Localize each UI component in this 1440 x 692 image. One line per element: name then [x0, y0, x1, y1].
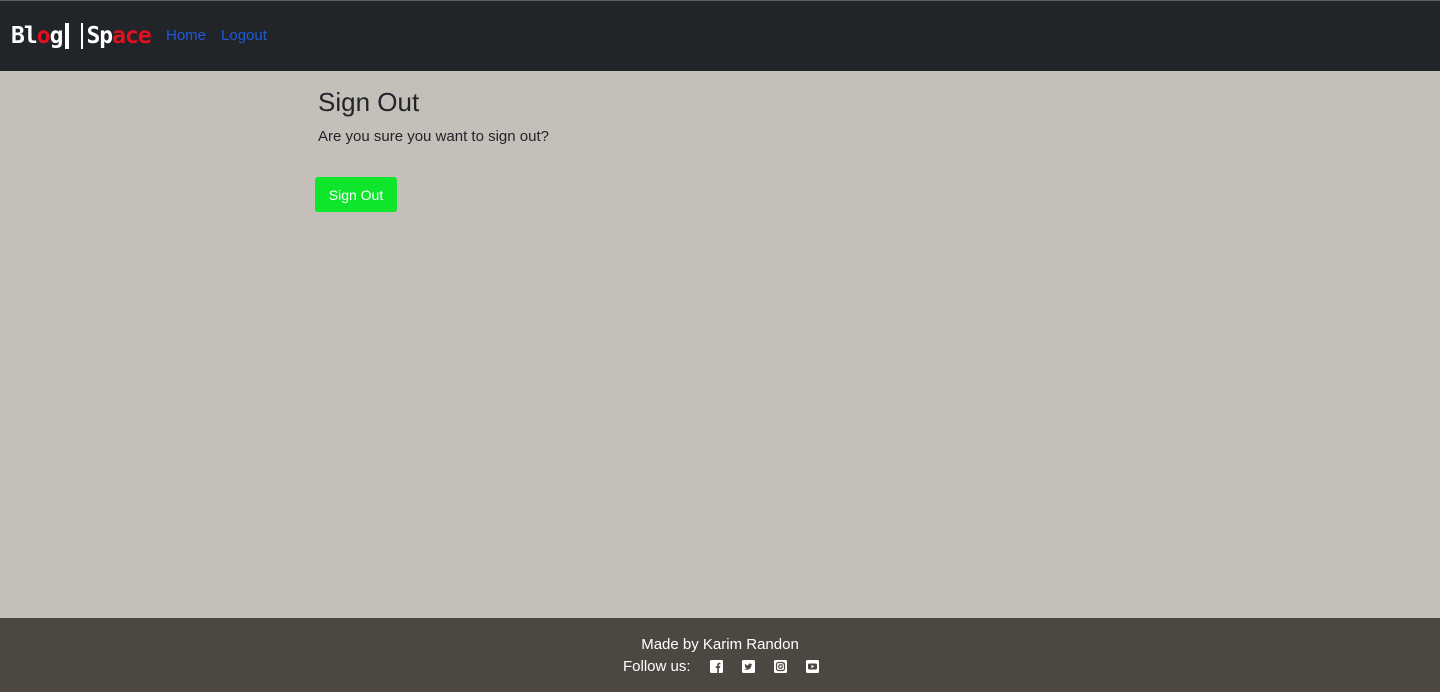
facebook-icon[interactable] — [709, 660, 723, 673]
brand-letter: a — [112, 22, 126, 49]
brand-letter: o — [36, 22, 51, 49]
twitter-icon[interactable] — [741, 660, 755, 673]
sign-out-button[interactable]: Sign Out — [315, 177, 397, 212]
brand-letter: l — [23, 22, 38, 49]
nav-link-home[interactable]: Home — [166, 27, 206, 44]
brand-letter: p — [99, 22, 113, 49]
brand-divider — [65, 23, 70, 49]
brand-letter: g — [49, 22, 64, 49]
youtube-icon[interactable] — [805, 660, 819, 673]
made-by-text: Made by Karim Randon — [641, 636, 799, 653]
brand-letter: B — [11, 22, 25, 49]
navbar: B l o g S p a c e Home Logout — [0, 0, 1440, 71]
instagram-icon[interactable] — [773, 660, 787, 673]
brand-logo[interactable]: B l o g S p a c e — [11, 21, 152, 51]
brand-letter: c — [125, 22, 139, 49]
footer: Made by Karim Randon Follow us: — [0, 618, 1440, 692]
brand-letter: e — [137, 22, 152, 49]
brand-divider — [81, 23, 84, 49]
signout-prompt: Are you sure you want to sign out? — [318, 128, 549, 145]
nav-links: Home Logout — [166, 27, 267, 44]
page-title: Sign Out — [318, 87, 420, 117]
brand-letter: S — [86, 22, 100, 49]
nav-link-logout[interactable]: Logout — [221, 27, 267, 44]
follow-label: Follow us: — [623, 658, 691, 675]
follow-row: Follow us: — [623, 658, 838, 675]
